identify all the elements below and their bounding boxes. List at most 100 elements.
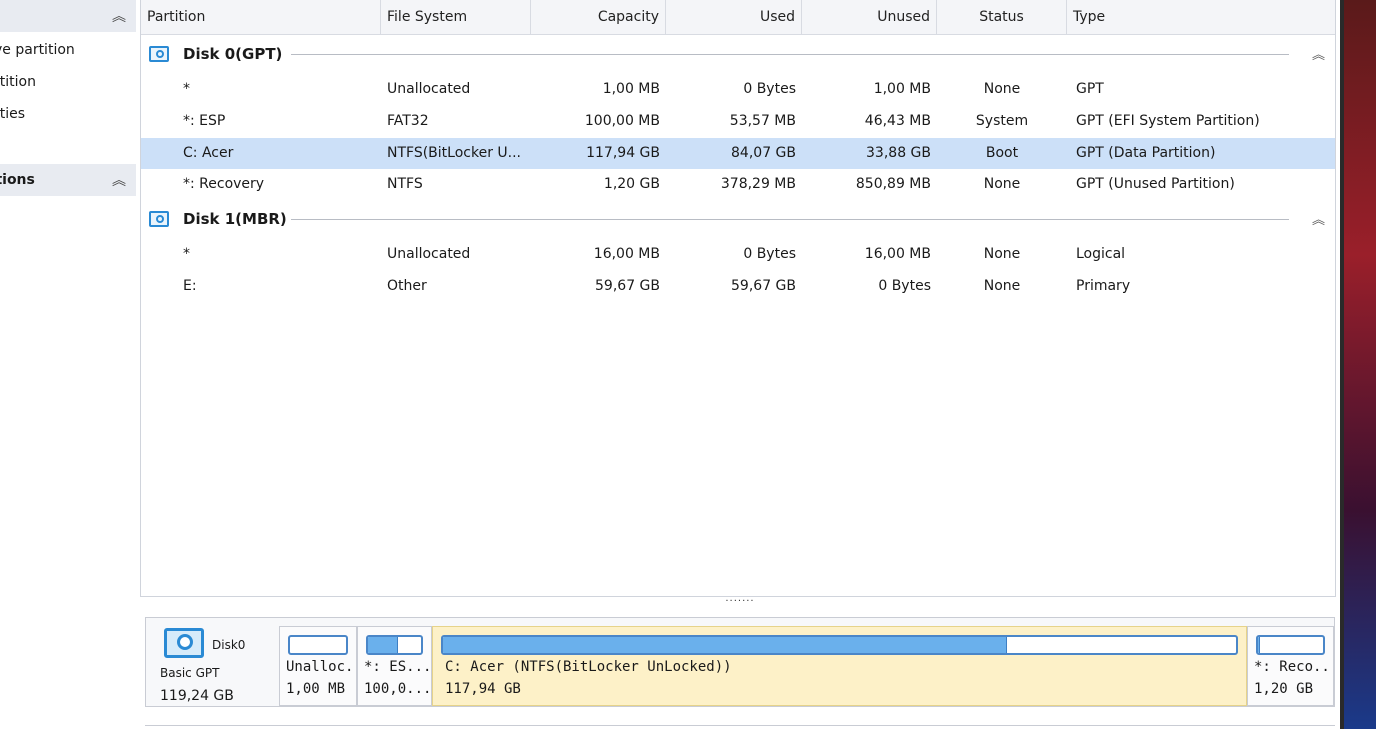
partition-block-label: *: ES... <box>364 659 432 675</box>
divider <box>145 725 1335 730</box>
disk-map-name: Disk0 <box>212 638 246 652</box>
pane-splitter-handle[interactable]: ······· <box>710 596 770 607</box>
cell-partition: * <box>183 246 190 262</box>
disk-icon <box>149 46 169 62</box>
partition-block-label: *: Reco... <box>1254 659 1334 675</box>
cell-partition: *: ESP <box>183 113 226 129</box>
cell-capacity: 59,67 GB <box>595 278 660 294</box>
cell-status: None <box>983 246 1021 262</box>
hard-disk-icon <box>164 628 204 658</box>
cell-capacity: 117,94 GB <box>586 145 660 161</box>
sidebar: ︽ ve partition rtition rties ations ︽ <box>0 0 140 729</box>
partition-block[interactable]: *: ES... 100,0... <box>357 626 432 706</box>
disk-map-size: 119,24 GB <box>160 688 234 704</box>
usage-bar <box>1256 635 1325 655</box>
usage-bar-fill <box>368 637 398 653</box>
sidebar-section-header-operations[interactable]: ations ︽ <box>0 164 136 196</box>
cell-status: None <box>983 278 1021 294</box>
column-header-file-system[interactable]: File System <box>381 0 531 34</box>
partition-block-selected[interactable]: C: Acer (NTFS(BitLocker UnLocked)) 117,9… <box>432 626 1247 706</box>
sidebar-section-title: ations <box>0 172 35 188</box>
table-header: Partition File System Capacity Used Unus… <box>141 0 1335 35</box>
collapse-chevron-icon[interactable]: ︽ <box>112 170 126 190</box>
usage-bar <box>366 635 423 655</box>
partition-block-label: Unalloc... <box>286 659 356 675</box>
disk-info[interactable]: Disk0 Basic GPT 119,24 GB <box>146 618 279 706</box>
disk-icon <box>149 211 169 227</box>
cell-used: 0 Bytes <box>743 81 796 97</box>
cell-used: 59,67 GB <box>731 278 796 294</box>
disk-name: Disk 1(MBR) <box>183 210 287 228</box>
cell-used: 378,29 MB <box>720 176 796 192</box>
cell-partition: *: Recovery <box>183 176 265 192</box>
table-row[interactable]: E: Other 59,67 GB 59,67 GB 0 Bytes None … <box>141 271 1335 302</box>
partition-table: Partition File System Capacity Used Unus… <box>140 0 1336 597</box>
sidebar-item-partition[interactable]: rtition <box>0 74 36 90</box>
cell-unused: 16,00 MB <box>864 246 931 262</box>
cell-capacity: 1,00 MB <box>602 81 660 97</box>
divider <box>291 54 1289 55</box>
partition-block-size: 100,0... <box>364 681 432 697</box>
background-window-edge <box>1340 0 1376 729</box>
sidebar-clip: ︽ ve partition rtition rties ations ︽ <box>0 0 136 729</box>
cell-partition: * <box>183 81 190 97</box>
disk-group-header[interactable]: Disk 0(GPT) ︽ <box>141 38 1335 70</box>
column-header-capacity[interactable]: Capacity <box>531 0 666 34</box>
cell-type: GPT (Data Partition) <box>1076 145 1216 161</box>
table-row[interactable]: *: ESP FAT32 100,00 MB 53,57 MB 46,43 MB… <box>141 106 1335 137</box>
cell-partition: C: Acer <box>183 145 234 161</box>
cell-type: GPT <box>1076 81 1104 97</box>
table-row[interactable]: * Unallocated 16,00 MB 0 Bytes 16,00 MB … <box>141 239 1335 270</box>
cell-type: Primary <box>1076 278 1131 294</box>
partition-block-size: 117,94 GB <box>445 681 521 697</box>
usage-bar-fill <box>443 637 1008 653</box>
cell-file-system: NTFS <box>387 176 423 192</box>
cell-unused: 33,88 GB <box>866 145 931 161</box>
cell-type: GPT (EFI System Partition) <box>1076 113 1260 129</box>
cell-type: Logical <box>1076 246 1126 262</box>
cell-unused: 46,43 MB <box>864 113 931 129</box>
cell-type: GPT (Unused Partition) <box>1076 176 1235 192</box>
cell-file-system: Other <box>387 278 427 294</box>
partition-block-label: C: Acer (NTFS(BitLocker UnLocked)) <box>445 659 732 675</box>
cell-unused: 850,89 MB <box>855 176 931 192</box>
partition-block-size: 1,00 MB <box>286 681 346 697</box>
disk-map: Disk0 Basic GPT 119,24 GB Unalloc... 1,0… <box>145 617 1335 707</box>
collapse-chevron-icon[interactable]: ︽ <box>1312 209 1325 228</box>
cell-used: 0 Bytes <box>743 246 796 262</box>
cell-used: 84,07 GB <box>731 145 796 161</box>
collapse-chevron-icon[interactable]: ︽ <box>112 6 126 26</box>
partition-block-size: 1,20 GB <box>1254 681 1314 697</box>
collapse-chevron-icon[interactable]: ︽ <box>1312 44 1325 63</box>
table-row[interactable]: * Unallocated 1,00 MB 0 Bytes 1,00 MB No… <box>141 74 1335 105</box>
cell-capacity: 16,00 MB <box>593 246 660 262</box>
column-header-type[interactable]: Type <box>1067 0 1335 34</box>
sidebar-item-move-partition[interactable]: ve partition <box>0 42 75 58</box>
cell-unused: 1,00 MB <box>873 81 931 97</box>
table-row[interactable]: *: Recovery NTFS 1,20 GB 378,29 MB 850,8… <box>141 169 1335 200</box>
column-header-used[interactable]: Used <box>666 0 802 34</box>
table-row-selected[interactable]: C: Acer NTFS(BitLocker U... 117,94 GB 84… <box>141 138 1335 169</box>
column-header-partition[interactable]: Partition <box>141 0 381 34</box>
partition-block[interactable]: Unalloc... 1,00 MB <box>279 626 357 706</box>
cell-status: System <box>975 113 1029 129</box>
cell-partition: E: <box>183 278 197 294</box>
cell-file-system: NTFS(BitLocker U... <box>387 145 522 161</box>
cell-unused: 0 Bytes <box>878 278 931 294</box>
divider <box>291 219 1289 220</box>
usage-bar <box>288 635 348 655</box>
usage-bar-fill <box>1258 637 1261 653</box>
cell-capacity: 1,20 GB <box>603 176 660 192</box>
column-header-status[interactable]: Status <box>937 0 1067 34</box>
cell-status: None <box>983 176 1021 192</box>
sidebar-item-properties[interactable]: rties <box>0 106 25 122</box>
cell-file-system: Unallocated <box>387 246 471 262</box>
cell-file-system: Unallocated <box>387 81 471 97</box>
cell-file-system: FAT32 <box>387 113 429 129</box>
partition-block[interactable]: *: Reco... 1,20 GB <box>1247 626 1334 706</box>
cell-status: Boot <box>985 145 1019 161</box>
sidebar-section-header-1[interactable]: ︽ <box>0 0 136 32</box>
disk-group-header[interactable]: Disk 1(MBR) ︽ <box>141 203 1335 235</box>
disk-map-type: Basic GPT <box>160 666 220 680</box>
column-header-unused[interactable]: Unused <box>802 0 937 34</box>
